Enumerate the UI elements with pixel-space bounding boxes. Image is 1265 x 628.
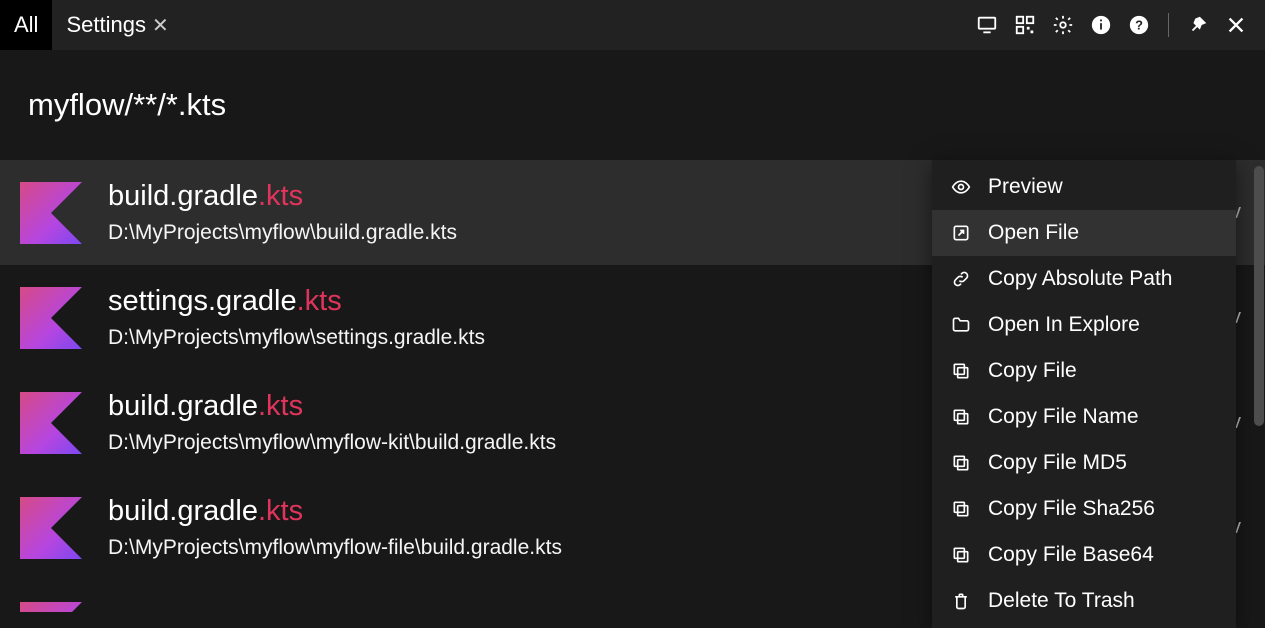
svg-text:?: ? xyxy=(1135,18,1143,33)
menu-item-label: Open File xyxy=(988,221,1079,245)
open-ext-icon xyxy=(950,222,972,244)
menu-item-open-file[interactable]: Open File xyxy=(932,210,1236,256)
folder-icon xyxy=(950,314,972,336)
kotlin-file-icon xyxy=(20,497,82,559)
topbar: AllSettings✕ ? xyxy=(0,0,1265,50)
topbar-divider xyxy=(1168,13,1169,37)
copy-icon xyxy=(950,498,972,520)
qr-icon[interactable] xyxy=(1014,14,1036,36)
copy-icon xyxy=(950,544,972,566)
pin-icon[interactable] xyxy=(1187,14,1209,36)
eye-icon xyxy=(950,176,972,198)
scrollbar-thumb[interactable] xyxy=(1254,166,1264,426)
tab-close-icon[interactable]: ✕ xyxy=(152,13,169,38)
scrollbar[interactable] xyxy=(1254,166,1264,606)
close-icon[interactable] xyxy=(1225,14,1247,36)
copy-icon xyxy=(950,360,972,382)
menu-item-label: Copy File xyxy=(988,359,1077,383)
menu-item-copy-file-name[interactable]: Copy File Name xyxy=(932,394,1236,440)
kotlin-file-icon xyxy=(20,287,82,349)
menu-item-delete-to-trash[interactable]: Delete To Trash xyxy=(932,578,1236,624)
trash-icon xyxy=(950,590,972,612)
menu-item-label: Copy File Sha256 xyxy=(988,497,1155,521)
menu-item-label: Delete To Trash xyxy=(988,589,1135,613)
gear-icon[interactable] xyxy=(1052,14,1074,36)
menu-item-copy-file-sha256[interactable]: Copy File Sha256 xyxy=(932,486,1236,532)
menu-item-label: Copy File Name xyxy=(988,405,1139,429)
tab-settings[interactable]: Settings✕ xyxy=(52,0,182,50)
kotlin-file-icon xyxy=(20,182,82,244)
kotlin-file-icon xyxy=(20,392,82,454)
link-icon xyxy=(950,268,972,290)
menu-item-copy-file[interactable]: Copy File xyxy=(932,348,1236,394)
copy-icon xyxy=(950,406,972,428)
tab-all[interactable]: All xyxy=(0,0,52,50)
menu-item-label: Preview xyxy=(988,175,1063,199)
menu-item-label: Copy File MD5 xyxy=(988,451,1127,475)
menu-item-open-in-explore[interactable]: Open In Explore xyxy=(932,302,1236,348)
menu-item-label: Copy Absolute Path xyxy=(988,267,1172,291)
help-icon[interactable]: ? xyxy=(1128,14,1150,36)
search-query-area[interactable]: myflow/**/*.kts xyxy=(0,50,1265,160)
menu-item-preview[interactable]: Preview xyxy=(932,164,1236,210)
info-icon[interactable] xyxy=(1090,14,1112,36)
menu-item-copy-absolute-path[interactable]: Copy Absolute Path xyxy=(932,256,1236,302)
menu-item-label: Copy File Base64 xyxy=(988,543,1154,567)
copy-icon xyxy=(950,452,972,474)
menu-item-label: Open In Explore xyxy=(988,313,1140,337)
menu-item-copy-file-base64[interactable]: Copy File Base64 xyxy=(932,532,1236,578)
kotlin-file-icon xyxy=(20,602,82,613)
context-menu: Preview Open File Copy Absolute Path Open I… xyxy=(932,160,1236,628)
monitor-icon[interactable] xyxy=(976,14,998,36)
menu-item-copy-file-md5[interactable]: Copy File MD5 xyxy=(932,440,1236,486)
search-query-text: myflow/**/*.kts xyxy=(28,87,226,123)
